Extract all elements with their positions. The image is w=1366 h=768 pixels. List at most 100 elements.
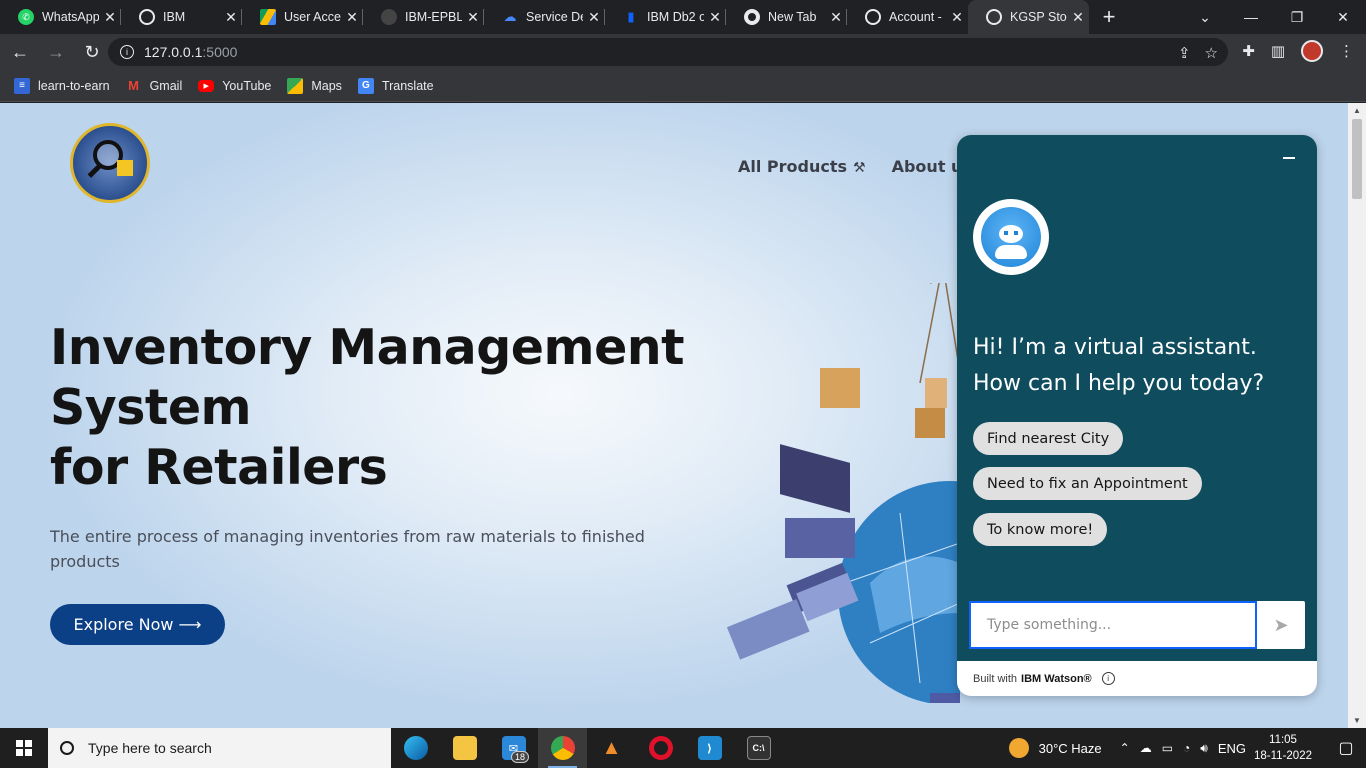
side-panel-icon[interactable]: ▥ <box>1271 42 1285 60</box>
language-indicator[interactable]: ENG <box>1218 741 1246 756</box>
minimize-button[interactable]: — <box>1228 0 1274 34</box>
bookmark-app-icon: ≡ <box>14 77 30 94</box>
scroll-up-icon[interactable]: ▲ <box>1348 106 1366 115</box>
send-icon[interactable]: ➤ <box>1257 601 1305 649</box>
bookmarks-bar: ≡ learn-to-earn M Gmail ▶ YouTube Maps G… <box>0 70 1366 102</box>
bookmark-label: YouTube <box>222 78 272 93</box>
search-icon <box>60 741 74 755</box>
bookmark-gmail[interactable]: M Gmail <box>126 78 182 94</box>
volume-icon[interactable]: 🔊︎ <box>1200 741 1208 756</box>
info-icon[interactable]: i <box>1101 672 1115 685</box>
scroll-down-icon[interactable]: ▼ <box>1348 716 1366 725</box>
bookmark-star-icon[interactable]: ☆ <box>1205 44 1218 62</box>
forward-button[interactable]: → <box>40 36 72 68</box>
option-know-more[interactable]: To know more! <box>973 513 1108 546</box>
taskbar-mail[interactable]: ✉ 18 <box>489 728 538 768</box>
taskbar-vscode[interactable]: ⟩ <box>685 728 734 768</box>
clock[interactable]: 11:05 18-11-2022 <box>1254 732 1312 764</box>
bookmark-label: Maps <box>311 78 342 93</box>
tab-search-icon[interactable]: ⌄ <box>1182 0 1228 34</box>
chevron-up-icon[interactable]: ⌃ <box>1120 741 1130 756</box>
globe-icon <box>865 9 881 25</box>
minimize-chat-button[interactable] <box>1283 157 1295 159</box>
taskbar-search[interactable]: Type here to search <box>48 728 391 768</box>
tab-new-tab[interactable]: New Tab ✕ <box>726 0 847 34</box>
tab-ibm-epbl[interactable]: IBM-EPBL/ ✕ <box>363 0 484 34</box>
close-tab-icon[interactable]: ✕ <box>704 9 726 26</box>
close-tab-icon[interactable]: ✕ <box>462 9 484 26</box>
taskbar-vlc[interactable]: ▲ <box>587 728 636 768</box>
site-info-icon[interactable]: i <box>120 45 134 59</box>
tab-account[interactable]: Account - I ✕ <box>847 0 968 34</box>
address-bar-actions: ⇪ ☆ <box>1178 44 1218 62</box>
taskbar-opera[interactable] <box>636 728 685 768</box>
page-scrollbar[interactable]: ▲ ▼ <box>1348 103 1366 728</box>
close-tab-icon[interactable]: ✕ <box>341 9 363 26</box>
date: 18-11-2022 <box>1254 750 1312 762</box>
new-tab-button[interactable]: + <box>1089 0 1129 34</box>
restore-button[interactable]: ❐ <box>1274 0 1320 34</box>
close-tab-icon[interactable]: ✕ <box>583 9 605 26</box>
gmail-icon: M <box>128 78 139 93</box>
taskbar-edge[interactable] <box>391 728 440 768</box>
close-tab-icon[interactable]: ✕ <box>946 9 968 26</box>
tab-user-acceptance[interactable]: User Accep ✕ <box>242 0 363 34</box>
window-controls: ⌄ — ❐ ✕ <box>1182 0 1366 34</box>
start-button[interactable] <box>0 728 48 768</box>
extensions-icon[interactable]: ✚ <box>1242 42 1255 60</box>
tab-whatsapp[interactable]: ✆ WhatsApp ✕ <box>0 0 121 34</box>
taskbar-file-explorer[interactable] <box>440 728 489 768</box>
nav-all-products[interactable]: All Products ⚒ <box>738 157 866 176</box>
wifi-icon[interactable]: ◔ <box>1183 741 1190 756</box>
onedrive-icon[interactable]: ☁ <box>1140 741 1152 756</box>
tab-service-desk[interactable]: ☁ Service De ✕ <box>484 0 605 34</box>
share-icon[interactable]: ⇪ <box>1178 44 1191 62</box>
close-window-button[interactable]: ✕ <box>1320 0 1366 34</box>
youtube-icon: ▶ <box>198 79 215 92</box>
taskbar-terminal[interactable]: C:\ <box>734 728 783 768</box>
tab-title: New Tab <box>768 10 817 24</box>
taskbar-chrome[interactable] <box>538 728 587 768</box>
site-logo[interactable] <box>70 123 150 203</box>
translate-icon: G <box>357 77 374 94</box>
bookmark-learn-to-earn[interactable]: ≡ learn-to-earn <box>14 77 110 94</box>
windows-logo-icon <box>16 740 32 756</box>
close-tab-icon[interactable]: ✕ <box>825 9 847 26</box>
tab-title: IBM Db2 o <box>647 10 704 24</box>
windows-taskbar: Type here to search ✉ 18 ▲ ⟩ C:\ 30°C Haz… <box>0 728 1366 768</box>
close-tab-icon[interactable]: ✕ <box>99 9 121 26</box>
tab-ibm-db2[interactable]: ▮ IBM Db2 o ✕ <box>605 0 726 34</box>
tab-ibm[interactable]: IBM ✕ <box>121 0 242 34</box>
weather-haze-icon <box>1008 738 1029 758</box>
scrollbar-thumb[interactable] <box>1352 119 1362 199</box>
explore-now-button[interactable]: Explore Now ⟶ <box>50 604 225 645</box>
maps-icon <box>287 77 304 94</box>
tab-kgsp-store[interactable]: KGSP Store ✕ <box>968 0 1089 34</box>
profile-avatar[interactable] <box>1301 40 1323 62</box>
toolbar-right: ✚ ▥ ⋮ <box>1242 40 1354 62</box>
url-port: :5000 <box>202 44 238 60</box>
back-button[interactable]: ← <box>4 36 36 68</box>
bot-avatar <box>973 199 1049 275</box>
chrome-icon <box>550 736 575 760</box>
close-tab-icon[interactable]: ✕ <box>220 9 242 26</box>
bookmark-maps[interactable]: Maps <box>287 77 342 94</box>
weather-widget[interactable]: 30°C Haze <box>1008 738 1102 758</box>
tab-title: IBM <box>163 10 186 24</box>
system-tray: 30°C Haze ⌃ ☁ ▭ ◔ 🔊︎ ENG 11:05 18-11-202… <box>1008 728 1366 768</box>
bookmark-translate[interactable]: G Translate <box>357 77 434 94</box>
terminal-icon: C:\ <box>746 736 771 760</box>
chat-message-input[interactable]: Type something... <box>969 601 1257 649</box>
battery-icon[interactable]: ▭ <box>1162 741 1173 756</box>
tab-title: Service De <box>526 10 583 24</box>
opera-icon <box>648 736 673 760</box>
option-fix-appointment[interactable]: Need to fix an Appointment <box>973 467 1202 500</box>
notification-icon[interactable]: ▢ <box>1326 738 1366 758</box>
vlc-icon: ▲ <box>601 736 622 759</box>
reload-button[interactable]: ↻ <box>76 36 108 68</box>
option-find-nearest-city[interactable]: Find nearest City <box>973 422 1124 455</box>
close-tab-icon[interactable]: ✕ <box>1067 9 1089 26</box>
menu-icon[interactable]: ⋮ <box>1339 42 1354 60</box>
bookmark-youtube[interactable]: ▶ YouTube <box>198 79 271 93</box>
address-bar[interactable]: i 127.0.0.1:5000 ⇪ ☆ <box>108 38 1228 66</box>
